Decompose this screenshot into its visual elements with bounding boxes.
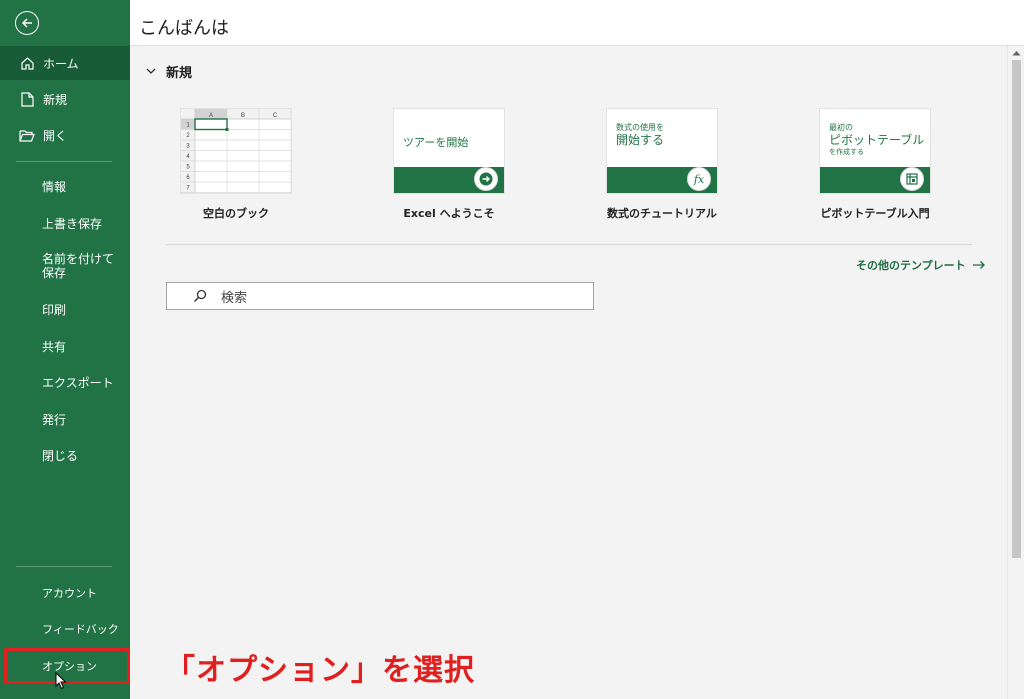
header-bar: こんばんは (130, 0, 1024, 46)
sidebar-item-label: 上書き保存 (42, 216, 103, 231)
sidebar-item-label: 新規 (43, 92, 68, 107)
sidebar-item-label: フィードバック (42, 623, 119, 636)
sidebar-item-feedback[interactable]: フィードバック (0, 612, 130, 646)
template-caption: 空白のブック (203, 207, 269, 220)
sidebar-item-save[interactable]: 上書き保存 (0, 206, 130, 240)
sidebar-item-share[interactable]: 共有 (0, 329, 130, 363)
search-icon (194, 289, 207, 302)
instruction-annotation: 「オプション」を選択 (165, 653, 475, 688)
sidebar-item-publish[interactable]: 発行 (0, 402, 130, 436)
spreadsheet-grid-preview: A B C1234567 (181, 109, 291, 193)
search-input[interactable]: 検索 (166, 282, 594, 310)
section-divider (166, 244, 972, 245)
template-welcome-to-excel[interactable]: ツアーを開始 Excel へようこそ (379, 109, 519, 221)
pivot-table-icon (900, 167, 924, 191)
sidebar-item-home[interactable]: ホーム (0, 46, 130, 80)
mouse-cursor-icon (55, 672, 67, 690)
sidebar-item-new[interactable]: 新規 (0, 82, 130, 116)
template-pivot-table-intro[interactable]: 最初の ピボットテーブル を作成する ピボットテーブル入門 (805, 109, 945, 221)
thumb-text: ツアーを開始 (403, 136, 469, 149)
sidebar-item-label: 名前を付けて保存 (42, 252, 115, 280)
thumb-text-large: 開始する (616, 133, 665, 147)
grid-column-header: B (241, 113, 245, 119)
template-caption: ピボットテーブル入門 (820, 207, 930, 220)
home-icon (19, 55, 35, 71)
template-caption: Excel へようこそ (403, 207, 495, 220)
sidebar-item-info[interactable]: 情報 (0, 169, 130, 203)
back-arrow-icon (21, 18, 32, 28)
sidebar-item-label: ホーム (43, 56, 79, 71)
template-thumbnail: ABC1234567 (181, 109, 291, 193)
back-button[interactable] (15, 11, 39, 35)
sidebar-item-label: 開く (43, 128, 68, 143)
sidebar-item-label: 閉じる (42, 448, 79, 463)
open-folder-icon (19, 127, 35, 143)
sidebar-item-save-as[interactable]: 名前を付けて保存 (0, 248, 130, 292)
thumb-text-sub: を作成する (829, 148, 864, 156)
sidebar-item-close[interactable]: 閉じる (0, 438, 130, 472)
main-content: こんばんは 新規 ABC1234567 空白のブック ツアーを開始 Excel … (130, 0, 1024, 699)
sidebar-item-label: エクスポート (42, 375, 114, 390)
arrow-right-icon (972, 261, 985, 269)
chevron-down-icon (146, 68, 156, 74)
template-thumbnail: 最初の ピボットテーブル を作成する (820, 109, 930, 193)
sidebar-item-account[interactable]: アカウント (0, 576, 130, 610)
thumb-text-large: ピボットテーブル (829, 133, 925, 147)
sidebar-item-label: 情報 (42, 179, 67, 194)
thumb-text-small: 数式の使用を (616, 123, 664, 132)
sidebar-divider (16, 566, 112, 567)
greeting-title: こんばんは (139, 18, 229, 39)
selected-cell (194, 118, 228, 131)
template-thumbnail: ツアーを開始 (394, 109, 504, 193)
sidebar-item-label: 印刷 (42, 302, 67, 317)
sidebar-item-print[interactable]: 印刷 (0, 292, 130, 326)
sidebar: ホーム 新規 開く 情報 上書き保存 名前を付けて保存 印刷 共有 エクスポート… (0, 0, 130, 699)
scroll-up-icon[interactable] (1012, 50, 1021, 56)
sidebar-item-label: オプション (42, 660, 97, 673)
thumb-text-small: 最初の (829, 123, 853, 132)
vertical-scrollbar[interactable] (1007, 46, 1024, 699)
sidebar-divider (16, 161, 112, 162)
new-section-toggle[interactable]: 新規 (146, 62, 192, 81)
sidebar-item-label: 共有 (42, 339, 67, 354)
search-placeholder: 検索 (221, 290, 248, 306)
sidebar-item-export[interactable]: エクスポート (0, 365, 130, 399)
template-blank-workbook[interactable]: ABC1234567 空白のブック (166, 109, 306, 221)
sidebar-item-label: 発行 (42, 412, 67, 427)
new-section-title: 新規 (166, 66, 193, 81)
grid-column-header: A (209, 113, 213, 119)
template-thumbnail: 数式の使用を 開始する fx (607, 109, 717, 193)
template-formula-tutorial[interactable]: 数式の使用を 開始する fx 数式のチュートリアル (592, 109, 732, 221)
sidebar-item-label: アカウント (42, 587, 97, 600)
more-templates-link[interactable]: その他のテンプレート (856, 257, 986, 273)
more-templates-label: その他のテンプレート (856, 259, 966, 272)
new-file-icon (19, 91, 35, 107)
template-caption: 数式のチュートリアル (607, 207, 717, 220)
sidebar-item-open[interactable]: 開く (0, 118, 130, 152)
scrollbar-thumb[interactable] (1012, 60, 1021, 558)
arrow-right-icon (474, 167, 498, 191)
fx-icon: fx (687, 167, 711, 191)
grid-column-header: C (273, 113, 278, 119)
